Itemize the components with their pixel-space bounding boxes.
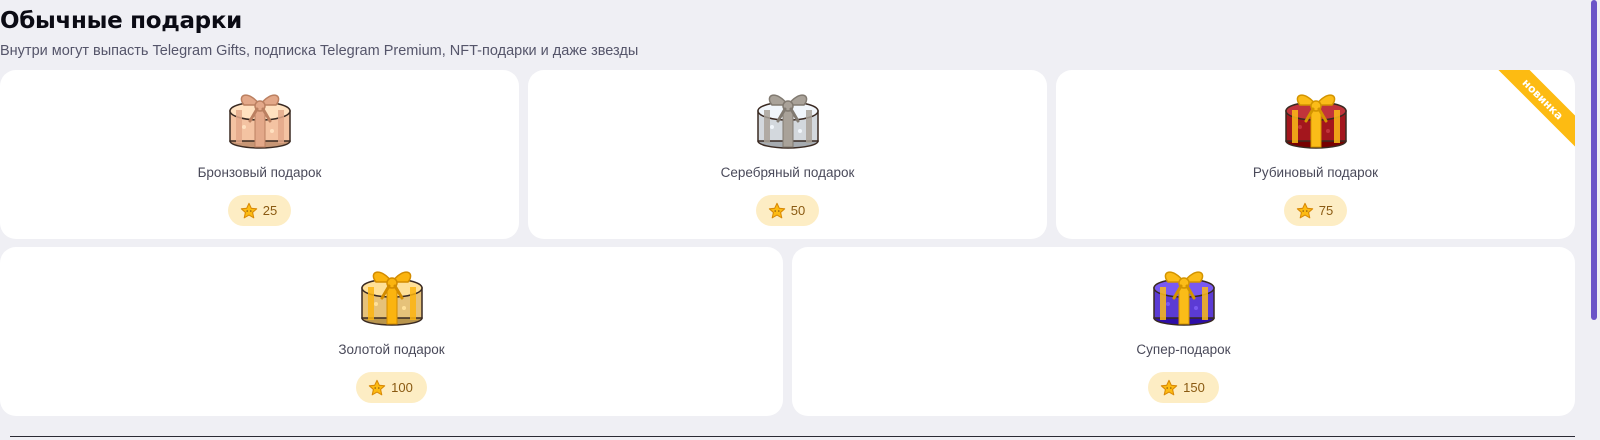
scrollbar-track[interactable] [1588, 0, 1600, 440]
gift-box-silver-icon [756, 94, 819, 149]
gift-row-1: Бронзовый подарок 25 Серебряный подарок … [0, 70, 1575, 239]
gift-card-bronze[interactable]: Бронзовый подарок 25 [0, 70, 519, 239]
section-title: Обычные подарки [0, 8, 242, 34]
gift-box-super-icon [1152, 271, 1215, 326]
price-value: 150 [1183, 380, 1205, 395]
gift-box-gold-icon [360, 271, 423, 326]
star-icon [768, 202, 785, 218]
scrollbar-thumb[interactable] [1591, 0, 1597, 320]
gift-name: Золотой подарок [338, 342, 445, 357]
gift-card-gold[interactable]: Золотой подарок 100 [0, 247, 783, 416]
gift-box-ruby-icon [1284, 94, 1347, 149]
star-icon [368, 379, 386, 395]
divider [10, 436, 1575, 437]
section-subtitle: Внутри могут выпасть Telegram Gifts, под… [0, 43, 639, 59]
price-value: 50 [790, 203, 806, 218]
price-badge: 75 [1283, 195, 1348, 226]
star-icon [240, 202, 257, 218]
gift-name: Серебряный подарок [720, 165, 855, 180]
price-badge: 50 [755, 195, 820, 226]
gift-card-super[interactable]: Супер-подарок 150 [792, 247, 1575, 416]
gift-name: Супер-подарок [1136, 342, 1231, 357]
price-badge: 100 [356, 372, 427, 403]
gift-row-2: Золотой подарок 100 Супер-подарок 150 [0, 247, 1575, 416]
gift-box-bronze-icon [228, 94, 291, 149]
new-ribbon-badge: новинка [1492, 70, 1575, 150]
star-icon [1160, 379, 1178, 395]
gift-card-ruby[interactable]: новинка Рубиновый подарок 75 [1056, 70, 1575, 239]
price-value: 100 [391, 380, 413, 395]
gift-card-silver[interactable]: Серебряный подарок 50 [528, 70, 1047, 239]
price-badge: 150 [1148, 372, 1219, 403]
star-icon [1296, 202, 1313, 218]
price-value: 75 [1318, 203, 1334, 218]
gift-name: Рубиновый подарок [1252, 165, 1379, 180]
price-value: 25 [262, 203, 278, 218]
price-badge: 25 [227, 195, 292, 226]
gift-name: Бронзовый подарок [197, 165, 322, 180]
